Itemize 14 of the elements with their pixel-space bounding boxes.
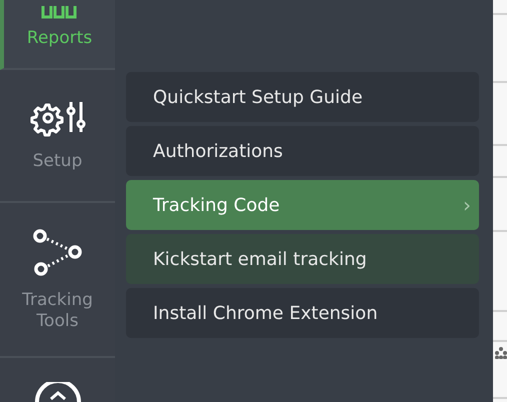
submenu-item[interactable]: Quickstart Setup Guide [126, 72, 479, 122]
bar-chart-icon [40, 6, 80, 20]
nav-label: Reports [26, 28, 94, 48]
connected-nodes-icon [30, 228, 84, 276]
dots-icon [494, 347, 507, 359]
submenu-item[interactable]: Tracking Code › [126, 180, 479, 230]
gear-sliders-icon [30, 99, 86, 138]
submenu-item[interactable]: Install Chrome Extension [126, 288, 479, 338]
submenu-item[interactable]: Kickstart email tracking [126, 234, 479, 284]
nav-item[interactable]: Reports [0, 0, 115, 70]
nav-label: Setup [32, 151, 84, 172]
chevron-icon: › [463, 193, 471, 217]
submenu-item[interactable]: Authorizations [126, 126, 479, 176]
nav-label: Tracking Tools [21, 290, 94, 331]
